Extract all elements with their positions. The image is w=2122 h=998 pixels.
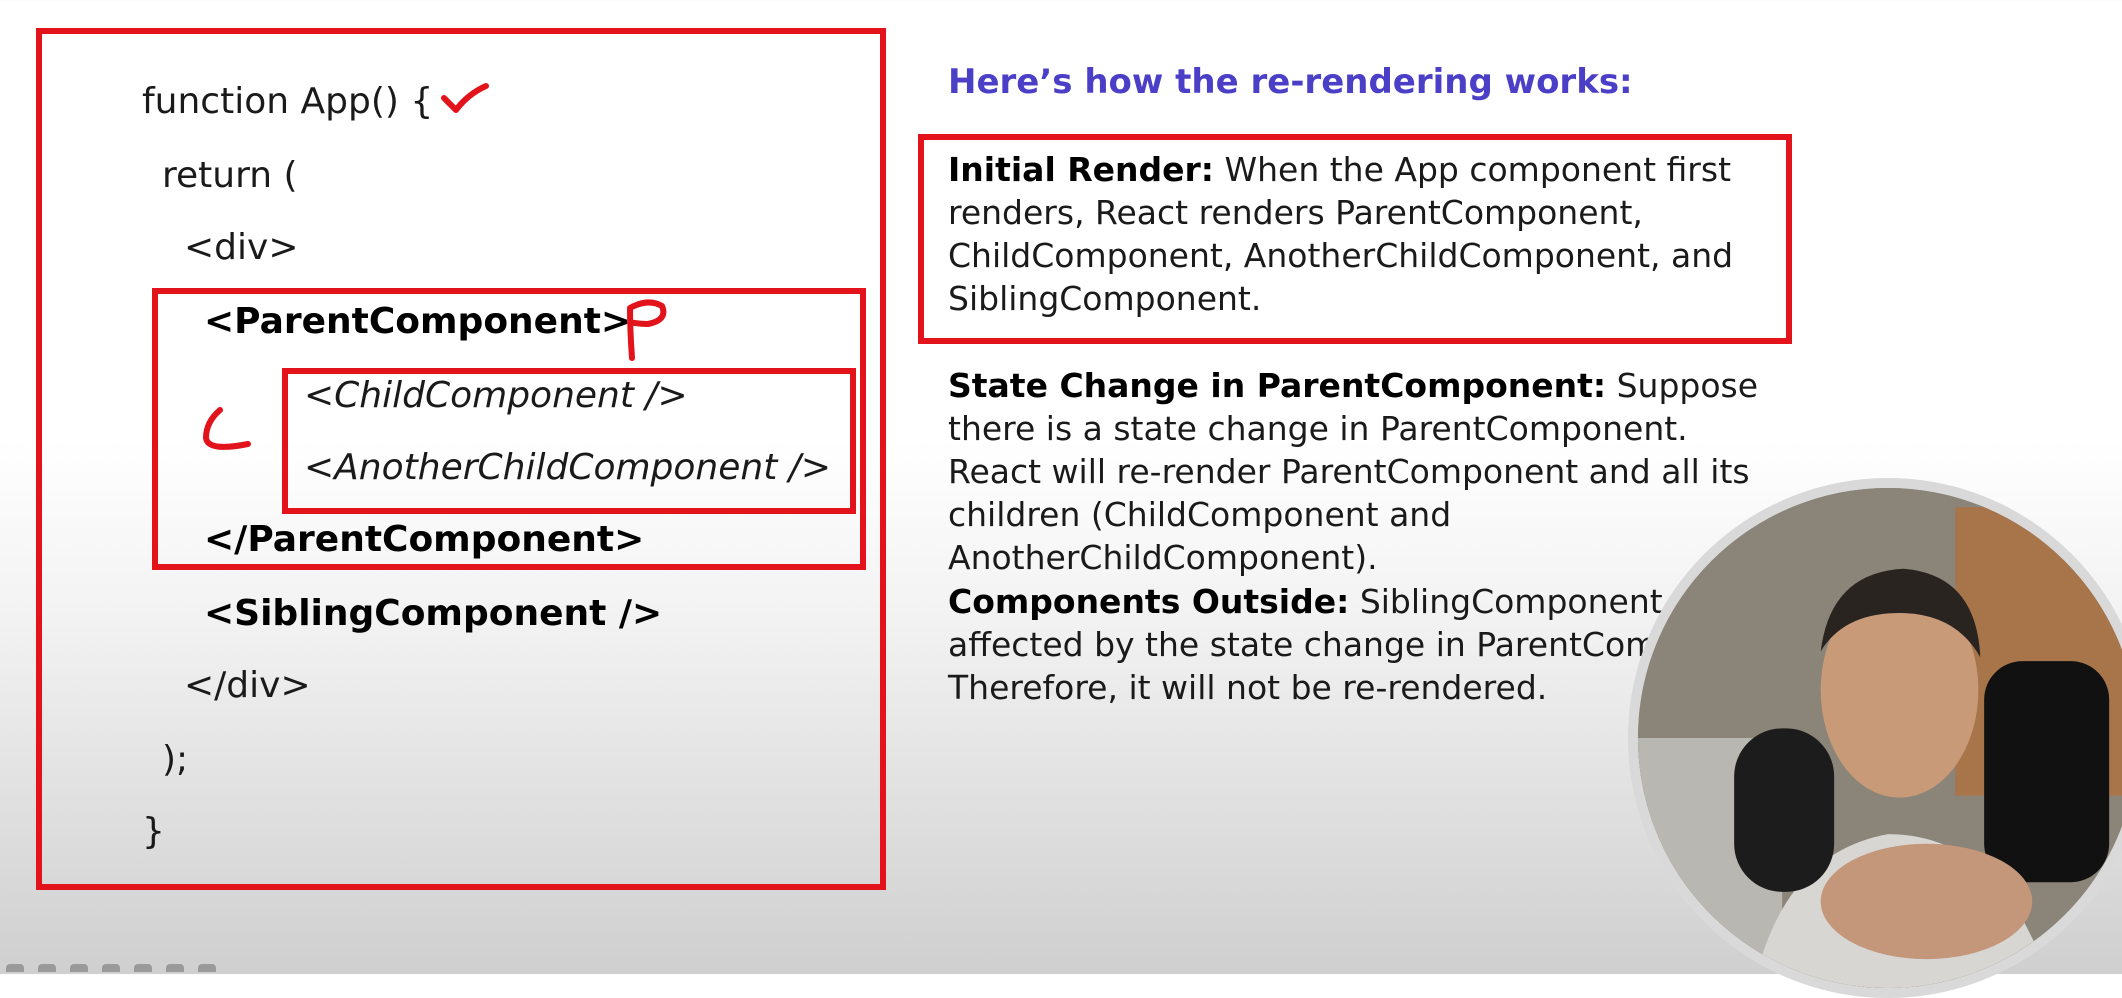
section-title: Initial Render: xyxy=(948,150,1214,189)
presenter-webcam xyxy=(1628,478,2122,998)
video-progress-dots xyxy=(6,964,216,974)
section-title: Components Outside: xyxy=(948,582,1350,621)
progress-dot xyxy=(102,964,120,972)
section-initial-render: Initial Render: When the App component f… xyxy=(948,148,1788,320)
code-line-sibling: <SiblingComponent /> xyxy=(204,593,663,634)
section-components-outside: Components Outside: SiblingComponent is … xyxy=(948,580,1708,709)
progress-dot xyxy=(38,964,56,972)
code-line-function-close: } xyxy=(142,811,165,852)
progress-dot xyxy=(198,964,216,972)
code-line-function: function App() { xyxy=(142,81,434,122)
code-line-div-close: </div> xyxy=(184,665,311,706)
section-title: State Change in ParentComponent: xyxy=(948,366,1607,405)
progress-dot xyxy=(134,964,152,972)
explanation-heading: Here’s how the re-rendering works: xyxy=(948,62,1633,102)
progress-dot xyxy=(70,964,88,972)
code-line-parent-close: </ParentComponent> xyxy=(204,519,645,560)
code-line-parent-open: <ParentComponent> xyxy=(204,301,632,342)
code-line-div-open: <div> xyxy=(184,227,299,268)
code-line-return: return ( xyxy=(162,155,298,196)
progress-dot xyxy=(166,964,184,972)
code-line-another-child: <AnotherChildComponent /> xyxy=(304,447,832,488)
presenter-video-image xyxy=(1638,488,2122,988)
child-letter-annotation: C xyxy=(203,407,251,450)
code-line-child: <ChildComponent /> xyxy=(304,375,688,416)
parent-letter-annotation: P xyxy=(627,299,667,361)
progress-dot xyxy=(6,964,24,972)
checkmark-annotation xyxy=(441,83,489,113)
code-line-return-close: ); xyxy=(162,739,189,780)
